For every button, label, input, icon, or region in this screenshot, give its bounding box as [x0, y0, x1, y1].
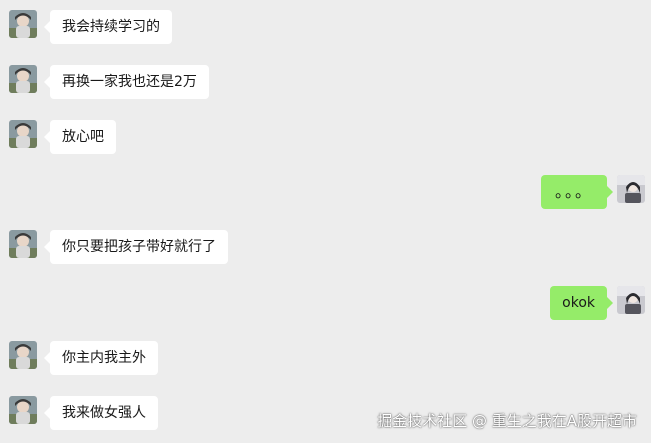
- message-row: 。。。: [0, 175, 651, 209]
- message-bubble[interactable]: 你只要把孩子带好就行了: [44, 230, 228, 264]
- self-avatar-icon[interactable]: [617, 286, 645, 314]
- contact-avatar-icon[interactable]: [9, 10, 37, 38]
- message-row: 我会持续学习的: [0, 10, 651, 44]
- message-bubble[interactable]: 我来做女强人: [44, 396, 158, 430]
- contact-avatar-icon[interactable]: [9, 230, 37, 258]
- message-bubble[interactable]: 你主内我主外: [44, 341, 158, 375]
- contact-avatar-icon[interactable]: [9, 65, 37, 93]
- message-bubble[interactable]: 放心吧: [44, 120, 116, 154]
- message-row: okok: [0, 286, 651, 320]
- message-bubble[interactable]: okok: [550, 286, 613, 320]
- watermark-text: 掘金技术社区 @ 重生之我在A股开超市: [377, 412, 637, 430]
- message-bubble[interactable]: 我会持续学习的: [44, 10, 172, 44]
- message-bubble[interactable]: 。。。: [540, 175, 614, 209]
- self-avatar-icon[interactable]: [617, 175, 645, 203]
- contact-avatar-icon[interactable]: [9, 396, 37, 424]
- message-row: 你主内我主外: [0, 341, 651, 375]
- contact-avatar-icon[interactable]: [9, 341, 37, 369]
- chat-window: 我会持续学习的 再换一家我也还是2万 放心吧 。。。 你只要把孩子带好就行了 o…: [0, 0, 651, 443]
- message-row: 再换一家我也还是2万: [0, 65, 651, 99]
- contact-avatar-icon[interactable]: [9, 120, 37, 148]
- message-row: 放心吧: [0, 120, 651, 154]
- message-row: 你只要把孩子带好就行了: [0, 230, 651, 264]
- message-bubble[interactable]: 再换一家我也还是2万: [44, 65, 209, 99]
